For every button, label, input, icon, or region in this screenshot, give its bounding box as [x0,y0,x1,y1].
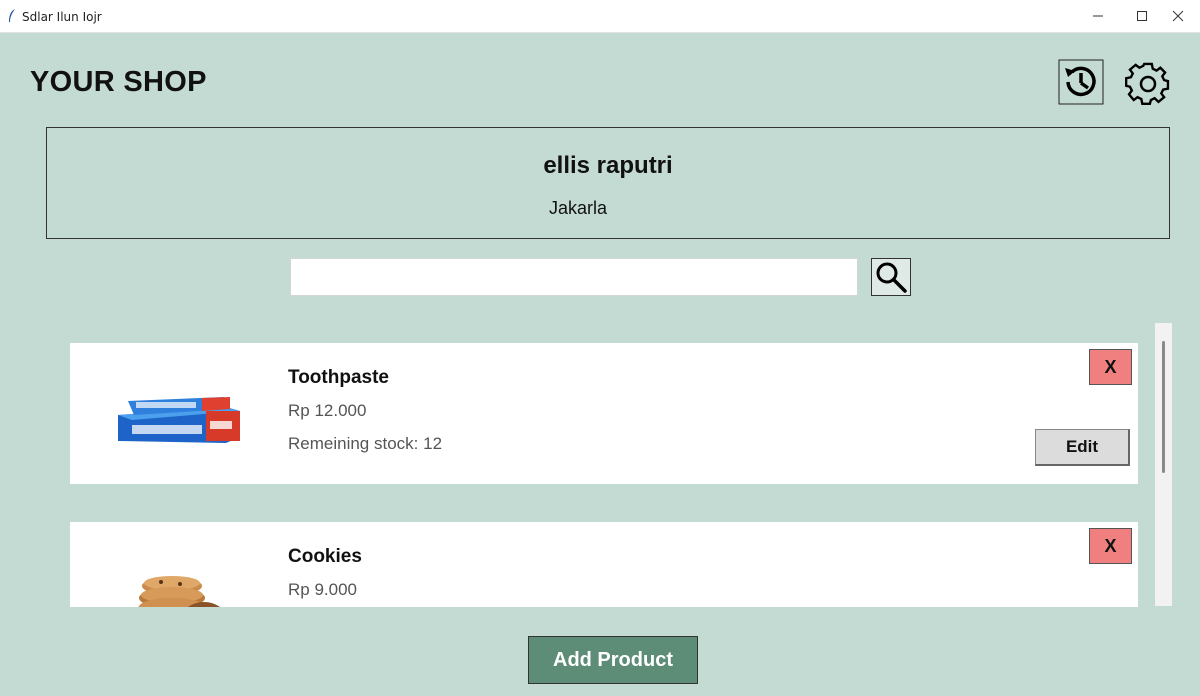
minimize-button[interactable] [1076,0,1120,32]
product-list: Toothpaste Rp 12.000 Remeining stock: 12… [70,322,1140,607]
shop-city: Jakarla [548,198,608,218]
product-name: Toothpaste [288,367,389,388]
edit-product-button[interactable]: Edit [1035,429,1130,466]
toothpaste-image [118,397,240,443]
product-list-scrollbar[interactable] [1155,323,1172,606]
minimize-icon [1093,15,1103,17]
window-titlebar: Sdlar Ilun Iojr [0,0,1200,33]
shop-owner-name: ellis raputri [543,152,673,179]
search-icon [876,262,907,293]
product-price: Rp 12.000 [288,401,367,420]
product-stock: Remeining stock: 12 [288,434,443,453]
cookies-image [138,576,220,607]
page-title: YOUR SHOP [30,66,207,98]
feather-icon [9,9,15,22]
maximize-icon [1137,11,1147,21]
profile-panel: ellis raputri Jakarla [46,127,1170,239]
search-input[interactable] [290,258,858,296]
gear-icon [1125,62,1170,105]
close-button[interactable] [1156,0,1200,32]
product-name: Cookies [288,546,362,567]
add-product-button[interactable]: Add Product [528,636,698,684]
scrollbar-thumb[interactable] [1162,341,1165,473]
history-button[interactable] [1058,59,1104,105]
settings-button[interactable] [1125,59,1171,105]
close-icon [1172,10,1184,22]
product-card: Cookies Rp 9.000 X [70,522,1138,607]
window-title: Sdlar Ilun Iojr [22,10,102,24]
delete-product-button[interactable]: X [1089,349,1132,385]
search-button[interactable] [871,258,911,296]
delete-product-button[interactable]: X [1089,528,1132,564]
history-icon [1058,59,1104,105]
product-card: Toothpaste Rp 12.000 Remeining stock: 12… [70,343,1138,484]
product-price: Rp 9.000 [288,580,357,599]
